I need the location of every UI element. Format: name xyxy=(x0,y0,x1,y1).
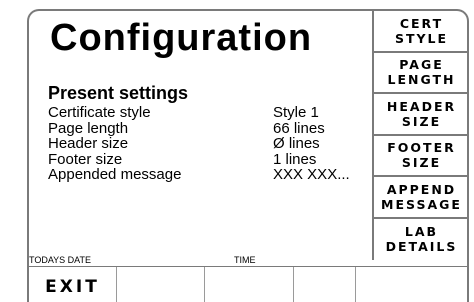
setting-label: Footer size xyxy=(48,150,123,168)
cert-style-button[interactable]: CERT STYLE xyxy=(374,11,467,53)
button-label-line1: HEADER xyxy=(386,98,457,114)
present-settings-heading: Present settings xyxy=(48,83,189,103)
setting-label: Page length xyxy=(48,119,129,137)
button-label-line1: CERT xyxy=(399,15,444,31)
button-label-line1: APPEND xyxy=(386,181,457,197)
setting-value: 1 lines xyxy=(273,150,317,168)
append-message-button[interactable]: APPEND MESSAGE xyxy=(374,177,467,219)
button-label-line1: LAB xyxy=(404,224,439,240)
button-label-line1: PAGE xyxy=(399,57,444,73)
exit-button[interactable]: EXIT xyxy=(29,267,117,302)
setting-value: XXX XXX... xyxy=(273,166,350,183)
setting-label: Appended message xyxy=(48,166,182,183)
function-key-4[interactable] xyxy=(294,267,356,302)
page-length-button[interactable]: PAGE LENGTH xyxy=(374,53,467,94)
header-size-button[interactable]: HEADER SIZE xyxy=(374,94,467,136)
exit-button-label: EXIT xyxy=(45,277,100,297)
bottom-button-bar: EXIT xyxy=(29,266,467,302)
function-key-5[interactable] xyxy=(356,267,467,302)
config-screen: Configuration Present settings Certifica… xyxy=(27,9,469,302)
page-title: Configuration xyxy=(50,17,313,59)
button-label-line2: SIZE xyxy=(401,113,442,129)
function-key-2[interactable] xyxy=(117,267,205,302)
setting-value: Ø lines xyxy=(273,135,320,152)
button-label-line2: DETAILS xyxy=(385,239,458,255)
footer-size-button[interactable]: FOOTER SIZE xyxy=(374,136,467,177)
setting-label: Certificate style xyxy=(48,104,151,121)
side-button-column: CERT STYLE PAGE LENGTH HEADER SIZE FOOTE… xyxy=(372,11,467,261)
todays-date-label: TODAYS DATE xyxy=(29,255,92,265)
button-label-line1: FOOTER xyxy=(387,140,456,156)
button-label-line2: MESSAGE xyxy=(381,196,462,212)
setting-label: Header size xyxy=(48,135,129,152)
setting-value: Style 1 xyxy=(273,104,319,121)
time-label: TIME xyxy=(234,255,256,265)
button-label-line2: STYLE xyxy=(394,30,449,46)
button-label-line2: SIZE xyxy=(401,155,442,171)
function-key-3[interactable] xyxy=(205,267,294,302)
lab-details-button[interactable]: LAB DETAILS xyxy=(374,219,467,261)
button-label-line2: LENGTH xyxy=(387,72,456,88)
setting-value: 66 lines xyxy=(273,119,325,137)
